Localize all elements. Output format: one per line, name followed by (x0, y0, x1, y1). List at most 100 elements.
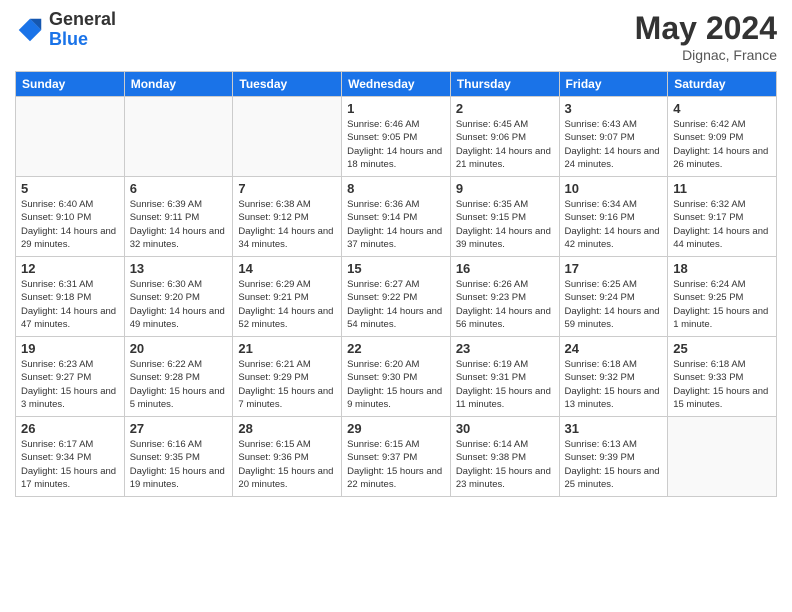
calendar-cell: 6Sunrise: 6:39 AMSunset: 9:11 PMDaylight… (124, 177, 233, 257)
day-number: 19 (21, 341, 119, 356)
day-info: Sunrise: 6:17 AMSunset: 9:34 PMDaylight:… (21, 438, 119, 491)
day-number: 8 (347, 181, 445, 196)
day-number: 2 (456, 101, 554, 116)
calendar-cell: 23 Sunrise: 6:19 AMSunset: 9:31 PMDayligh… (450, 337, 559, 417)
day-info: Sunrise: 6:40 AMSunset: 9:10 PMDaylight:… (21, 198, 119, 251)
day-info: Sunrise: 6:23 AMSunset: 9:27 PMDaylight:… (21, 358, 119, 411)
calendar-week-row: 12 Sunrise: 6:31 AMSunset: 9:18 PMDayligh… (16, 257, 777, 337)
day-info: Sunrise: 6:18 AMSunset: 9:32 PMDaylight:… (565, 358, 663, 411)
day-info: Sunrise: 6:35 AMSunset: 9:15 PMDaylight:… (456, 198, 554, 251)
title-area: May 2024 Dignac, France (635, 10, 777, 63)
day-info: Sunrise: 6:15 AMSunset: 9:36 PMDaylight:… (238, 438, 336, 491)
calendar-cell (668, 417, 777, 497)
day-number: 6 (130, 181, 228, 196)
day-info: Sunrise: 6:45 AMSunset: 9:06 PMDaylight:… (456, 118, 554, 171)
day-number: 24 (565, 341, 663, 356)
day-number: 27 (130, 421, 228, 436)
day-info: Sunrise: 6:20 AMSunset: 9:30 PMDaylight:… (347, 358, 445, 411)
day-number: 11 (673, 181, 771, 196)
calendar-week-row: 5 Sunrise: 6:40 AMSunset: 9:10 PMDaylight… (16, 177, 777, 257)
calendar-cell: 27Sunrise: 6:16 AMSunset: 9:35 PMDayligh… (124, 417, 233, 497)
calendar-cell: 15 Sunrise: 6:27 AMSunset: 9:22 PMDayligh… (342, 257, 451, 337)
day-number: 29 (347, 421, 445, 436)
location: Dignac, France (635, 47, 777, 63)
logo-blue: Blue (49, 30, 116, 50)
calendar-cell (233, 97, 342, 177)
day-info: Sunrise: 6:36 AMSunset: 9:14 PMDaylight:… (347, 198, 445, 251)
day-info: Sunrise: 6:31 AMSunset: 9:18 PMDaylight:… (21, 278, 119, 331)
calendar-cell: 17Sunrise: 6:25 AMSunset: 9:24 PMDayligh… (559, 257, 668, 337)
day-info: Sunrise: 6:38 AMSunset: 9:12 PMDaylight:… (238, 198, 336, 251)
day-number: 30 (456, 421, 554, 436)
calendar-cell: 19 Sunrise: 6:23 AMSunset: 9:27 PMDayligh… (16, 337, 125, 417)
calendar-cell: 3 Sunrise: 6:43 AMSunset: 9:07 PMDaylight… (559, 97, 668, 177)
calendar-cell: 21Sunrise: 6:21 AMSunset: 9:29 PMDayligh… (233, 337, 342, 417)
day-number: 31 (565, 421, 663, 436)
day-number: 18 (673, 261, 771, 276)
logo-icon (15, 15, 45, 45)
day-number: 5 (21, 181, 119, 196)
col-sunday: Sunday (16, 72, 125, 97)
day-info: Sunrise: 6:32 AMSunset: 9:17 PMDaylight:… (673, 198, 771, 251)
day-info: Sunrise: 6:19 AMSunset: 9:31 PMDaylight:… (456, 358, 554, 411)
logo: General Blue (15, 10, 116, 50)
col-tuesday: Tuesday (233, 72, 342, 97)
day-info: Sunrise: 6:27 AMSunset: 9:22 PMDaylight:… (347, 278, 445, 331)
day-number: 16 (456, 261, 554, 276)
calendar-cell: 29 Sunrise: 6:15 AMSunset: 9:37 PMDayligh… (342, 417, 451, 497)
day-number: 22 (347, 341, 445, 356)
day-info: Sunrise: 6:24 AMSunset: 9:25 PMDaylight:… (673, 278, 771, 331)
day-number: 14 (238, 261, 336, 276)
day-info: Sunrise: 6:30 AMSunset: 9:20 PMDaylight:… (130, 278, 228, 331)
calendar-header-row: Sunday Monday Tuesday Wednesday Thursday… (16, 72, 777, 97)
col-monday: Monday (124, 72, 233, 97)
calendar-cell: 11 Sunrise: 6:32 AMSunset: 9:17 PMDayligh… (668, 177, 777, 257)
calendar-cell: 30 Sunrise: 6:14 AMSunset: 9:38 PMDayligh… (450, 417, 559, 497)
header: General Blue May 2024 Dignac, France (15, 10, 777, 63)
calendar-cell: 22 Sunrise: 6:20 AMSunset: 9:30 PMDayligh… (342, 337, 451, 417)
col-wednesday: Wednesday (342, 72, 451, 97)
calendar-cell: 24 Sunrise: 6:18 AMSunset: 9:32 PMDayligh… (559, 337, 668, 417)
day-number: 13 (130, 261, 228, 276)
day-info: Sunrise: 6:14 AMSunset: 9:38 PMDaylight:… (456, 438, 554, 491)
calendar-cell: 9Sunrise: 6:35 AMSunset: 9:15 PMDaylight… (450, 177, 559, 257)
calendar-cell: 13 Sunrise: 6:30 AMSunset: 9:20 PMDayligh… (124, 257, 233, 337)
day-number: 3 (565, 101, 663, 116)
calendar-cell: 1Sunrise: 6:46 AMSunset: 9:05 PMDaylight… (342, 97, 451, 177)
calendar-cell: 8 Sunrise: 6:36 AMSunset: 9:14 PMDaylight… (342, 177, 451, 257)
day-info: Sunrise: 6:13 AMSunset: 9:39 PMDaylight:… (565, 438, 663, 491)
day-number: 28 (238, 421, 336, 436)
col-friday: Friday (559, 72, 668, 97)
day-number: 23 (456, 341, 554, 356)
day-number: 21 (238, 341, 336, 356)
day-info: Sunrise: 6:42 AMSunset: 9:09 PMDaylight:… (673, 118, 771, 171)
calendar-cell: 5 Sunrise: 6:40 AMSunset: 9:10 PMDaylight… (16, 177, 125, 257)
calendar-cell: 20Sunrise: 6:22 AMSunset: 9:28 PMDayligh… (124, 337, 233, 417)
calendar-cell: 18 Sunrise: 6:24 AMSunset: 9:25 PMDayligh… (668, 257, 777, 337)
day-number: 7 (238, 181, 336, 196)
calendar-cell: 4Sunrise: 6:42 AMSunset: 9:09 PMDaylight… (668, 97, 777, 177)
calendar: Sunday Monday Tuesday Wednesday Thursday… (15, 71, 777, 497)
day-info: Sunrise: 6:43 AMSunset: 9:07 PMDaylight:… (565, 118, 663, 171)
day-number: 12 (21, 261, 119, 276)
calendar-cell (124, 97, 233, 177)
calendar-cell: 28 Sunrise: 6:15 AMSunset: 9:36 PMDayligh… (233, 417, 342, 497)
day-number: 25 (673, 341, 771, 356)
col-saturday: Saturday (668, 72, 777, 97)
calendar-cell: 16Sunrise: 6:26 AMSunset: 9:23 PMDayligh… (450, 257, 559, 337)
calendar-cell: 10Sunrise: 6:34 AMSunset: 9:16 PMDayligh… (559, 177, 668, 257)
day-info: Sunrise: 6:29 AMSunset: 9:21 PMDaylight:… (238, 278, 336, 331)
day-number: 1 (347, 101, 445, 116)
calendar-week-row: 1Sunrise: 6:46 AMSunset: 9:05 PMDaylight… (16, 97, 777, 177)
month-year: May 2024 (635, 10, 777, 47)
calendar-cell: 12 Sunrise: 6:31 AMSunset: 9:18 PMDayligh… (16, 257, 125, 337)
calendar-cell: 26Sunrise: 6:17 AMSunset: 9:34 PMDayligh… (16, 417, 125, 497)
day-number: 15 (347, 261, 445, 276)
day-number: 17 (565, 261, 663, 276)
calendar-cell: 25Sunrise: 6:18 AMSunset: 9:33 PMDayligh… (668, 337, 777, 417)
calendar-cell: 7 Sunrise: 6:38 AMSunset: 9:12 PMDaylight… (233, 177, 342, 257)
day-info: Sunrise: 6:15 AMSunset: 9:37 PMDaylight:… (347, 438, 445, 491)
day-number: 10 (565, 181, 663, 196)
logo-text: General Blue (49, 10, 116, 50)
calendar-cell: 14 Sunrise: 6:29 AMSunset: 9:21 PMDayligh… (233, 257, 342, 337)
